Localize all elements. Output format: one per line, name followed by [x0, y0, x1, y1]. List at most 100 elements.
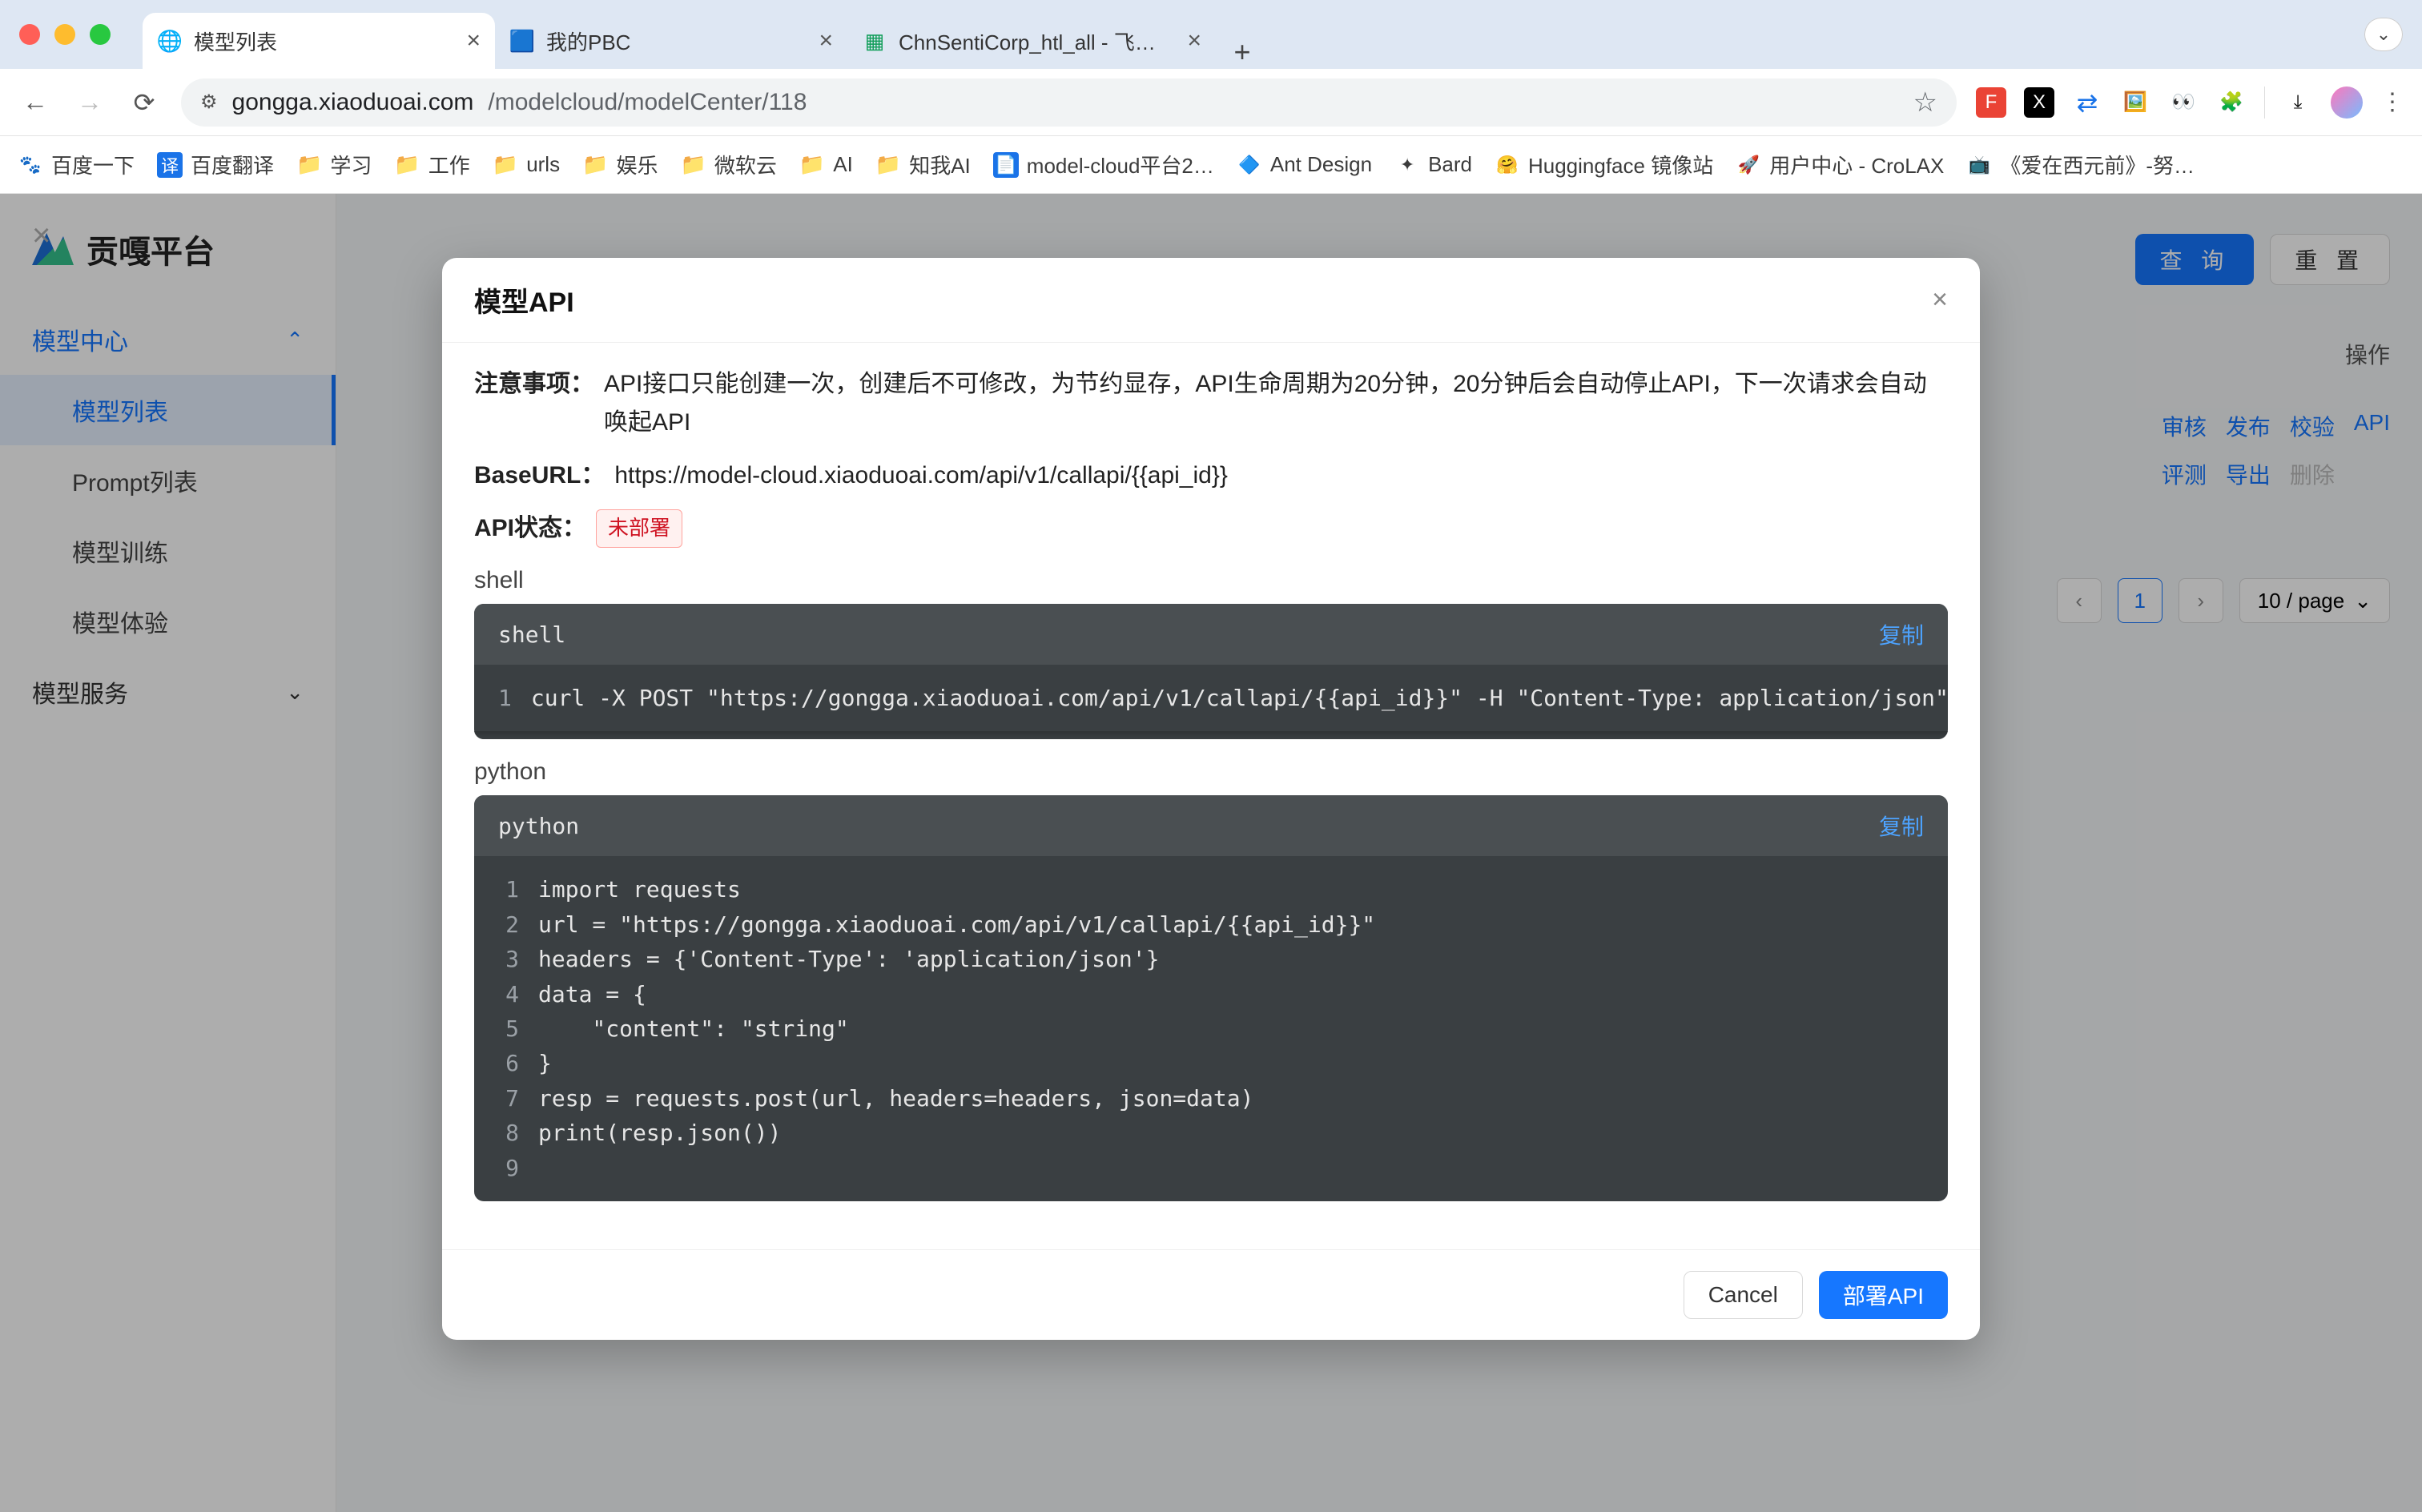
- bookmark[interactable]: 📺《爱在西元前》-努…: [1966, 150, 2195, 179]
- deploy-api-button[interactable]: 部署API: [1819, 1271, 1948, 1319]
- bookmark-star-icon[interactable]: ☆: [1913, 86, 1937, 119]
- address-bar[interactable]: ⚙ gongga.xiaoduoai.com/modelcloud/modelC…: [181, 78, 1957, 127]
- code-line: 9: [498, 1151, 1924, 1185]
- bookmark-label: urls: [526, 152, 560, 177]
- code-line: 1 import requests: [498, 872, 1924, 907]
- line-number: 2: [498, 907, 519, 942]
- window-zoom[interactable]: [90, 24, 111, 45]
- code-lang: shell: [498, 621, 565, 648]
- downloads-icon[interactable]: ⤓: [2283, 87, 2313, 118]
- tab-title: ChnSentiCorp_htl_all - 飞书云: [899, 26, 1176, 56]
- copy-button[interactable]: 复制: [1879, 618, 1924, 650]
- extension-icon[interactable]: 👀: [2168, 87, 2199, 118]
- modal-overlay: × 模型API × 注意事项： API接口只能创建一次，创建后不可修改，为节约显…: [0, 194, 2422, 1512]
- extension-icons: F X ⇄ 🖼️ 👀 🧩 ⤓ ⋮: [1976, 86, 2404, 119]
- line-number: 7: [498, 1081, 519, 1116]
- tabs-collapse-button[interactable]: ⌄: [2364, 18, 2403, 51]
- bookmark-label: Bard: [1428, 152, 1472, 177]
- code-block-shell: shell 复制 1 curl -X POST "https://gongga.x…: [474, 604, 1948, 739]
- code-line: 6}: [498, 1046, 1924, 1080]
- code-text: url = "https://gongga.xiaoduoai.com/api/…: [538, 907, 1375, 942]
- code-body[interactable]: 1 import requests 2 url = "https://gongga.x…: [474, 856, 1948, 1201]
- bookmark[interactable]: 📄model-cloud平台2…: [993, 150, 1214, 179]
- antd-icon: 🔷: [1237, 152, 1262, 178]
- bookmark-label: AI: [833, 152, 853, 177]
- forward-button[interactable]: →: [72, 85, 107, 120]
- line-number: 1: [498, 681, 512, 715]
- code-line: 4data = {: [498, 977, 1924, 1011]
- code-text: curl -X POST "https://gongga.xiaoduoai.c…: [531, 681, 1948, 715]
- bookmark-folder[interactable]: 📁娱乐: [582, 150, 658, 179]
- line-number: 1: [498, 872, 519, 907]
- baseurl-value: https://model-cloud.xiaoduoai.com/api/v1…: [614, 456, 1228, 495]
- chrome-menu-icon[interactable]: ⋮: [2380, 88, 2404, 116]
- cancel-button[interactable]: Cancel: [1684, 1271, 1803, 1319]
- tab-2[interactable]: ▦ ChnSentiCorp_htl_all - 飞书云 ×: [847, 13, 1216, 69]
- extension-icon[interactable]: X: [2024, 87, 2054, 118]
- baidu-icon: 🐾: [18, 152, 43, 178]
- bookmark-label: 《爱在西元前》-努…: [2000, 150, 2195, 179]
- toolbar: ← → ⟳ ⚙ gongga.xiaoduoai.com/modelcloud/…: [0, 69, 2422, 136]
- bookmark-label: 学习: [330, 150, 372, 179]
- modal-close-icon[interactable]: ×: [1932, 284, 1948, 316]
- status-row: API状态： 未部署: [474, 509, 1948, 548]
- copy-button[interactable]: 复制: [1879, 810, 1924, 842]
- profile-avatar[interactable]: [2331, 86, 2363, 119]
- extension-icon[interactable]: F: [1976, 87, 2006, 118]
- code-body[interactable]: 1 curl -X POST "https://gongga.xiaoduoai.…: [474, 665, 1948, 731]
- bookmark[interactable]: 🔷 Ant Design: [1237, 152, 1372, 178]
- back-button[interactable]: ←: [18, 85, 53, 120]
- code-line: 2 url = "https://gongga.xiaoduoai.com/api…: [498, 907, 1924, 942]
- doc-icon: 📄: [993, 152, 1019, 178]
- code-block-python: python 复制 1 import requests 2 url = "https:…: [474, 795, 1948, 1201]
- tab-1[interactable]: 🟦 我的PBC ×: [495, 13, 847, 69]
- window-close[interactable]: [19, 24, 40, 45]
- bookmark-label: Huggingface 镜像站: [1528, 150, 1713, 179]
- modal-api: 模型API × 注意事项： API接口只能创建一次，创建后不可修改，为节约显存，…: [442, 258, 1980, 1340]
- bookmark[interactable]: 🚀用户中心 - CroLAX: [1736, 150, 1944, 179]
- tab-0[interactable]: 🌐 模型列表 ×: [143, 13, 495, 69]
- bookmark-folder[interactable]: 📁工作: [394, 150, 469, 179]
- baseurl-row: BaseURL： https://model-cloud.xiaoduoai.c…: [474, 456, 1948, 495]
- bookmarks-bar: 🐾百度一下 译百度翻译 📁学习 📁工作 📁urls 📁娱乐 📁微软云 📁AI 📁…: [0, 136, 2422, 194]
- bookmark-folder[interactable]: 📁 学习: [296, 150, 372, 179]
- extensions-menu-icon[interactable]: 🧩: [2216, 87, 2247, 118]
- new-tab-button[interactable]: +: [1222, 35, 1262, 69]
- bookmark[interactable]: 译百度翻译: [157, 150, 274, 179]
- code-text: import requests: [538, 872, 741, 907]
- code-line: 8print(resp.json()): [498, 1116, 1924, 1150]
- bookmark-folder[interactable]: 📁微软云: [680, 150, 776, 179]
- code-header: python 复制: [474, 795, 1948, 856]
- line-number: 9: [498, 1151, 519, 1185]
- bookmark-folder[interactable]: 📁AI: [799, 152, 853, 177]
- tab-close-icon[interactable]: ×: [1187, 27, 1201, 54]
- bookmark-folder[interactable]: 📁知我AI: [875, 150, 971, 179]
- extension-icon[interactable]: 🖼️: [2120, 87, 2150, 118]
- bookmark-label: Ant Design: [1270, 152, 1372, 177]
- tab-title: 模型列表: [194, 26, 455, 56]
- bookmark[interactable]: 🤗Huggingface 镜像站: [1495, 150, 1713, 179]
- code-line: 3headers = {'Content-Type': 'application…: [498, 942, 1924, 976]
- bookmark[interactable]: ✦Bard: [1394, 152, 1472, 178]
- folder-icon: 📁: [582, 152, 608, 177]
- extension-icon[interactable]: ⇄: [2072, 87, 2102, 118]
- globe-icon: 🌐: [157, 28, 183, 54]
- folder-icon: 📁: [875, 152, 901, 177]
- tab-close-icon[interactable]: ×: [466, 27, 481, 54]
- drawer-close-icon[interactable]: ×: [32, 218, 50, 254]
- bookmark[interactable]: 🐾百度一下: [18, 150, 135, 179]
- code-line: 7resp = requests.post(url, headers=heade…: [498, 1081, 1924, 1116]
- line-number: 3: [498, 942, 519, 976]
- site-settings-icon[interactable]: ⚙: [200, 90, 218, 114]
- sheets-icon: ▦: [862, 28, 887, 54]
- baseurl-label: BaseURL：: [474, 456, 605, 495]
- rocket-icon: 🚀: [1736, 152, 1761, 178]
- window-minimize[interactable]: [54, 24, 75, 45]
- reload-button[interactable]: ⟳: [127, 85, 162, 120]
- bookmark-label: 微软云: [714, 150, 777, 179]
- tab-close-icon[interactable]: ×: [819, 27, 833, 54]
- folder-icon: 📁: [296, 152, 322, 177]
- divider: [2264, 86, 2265, 119]
- status-label: API状态：: [474, 509, 586, 548]
- bookmark-folder[interactable]: 📁urls: [493, 152, 560, 177]
